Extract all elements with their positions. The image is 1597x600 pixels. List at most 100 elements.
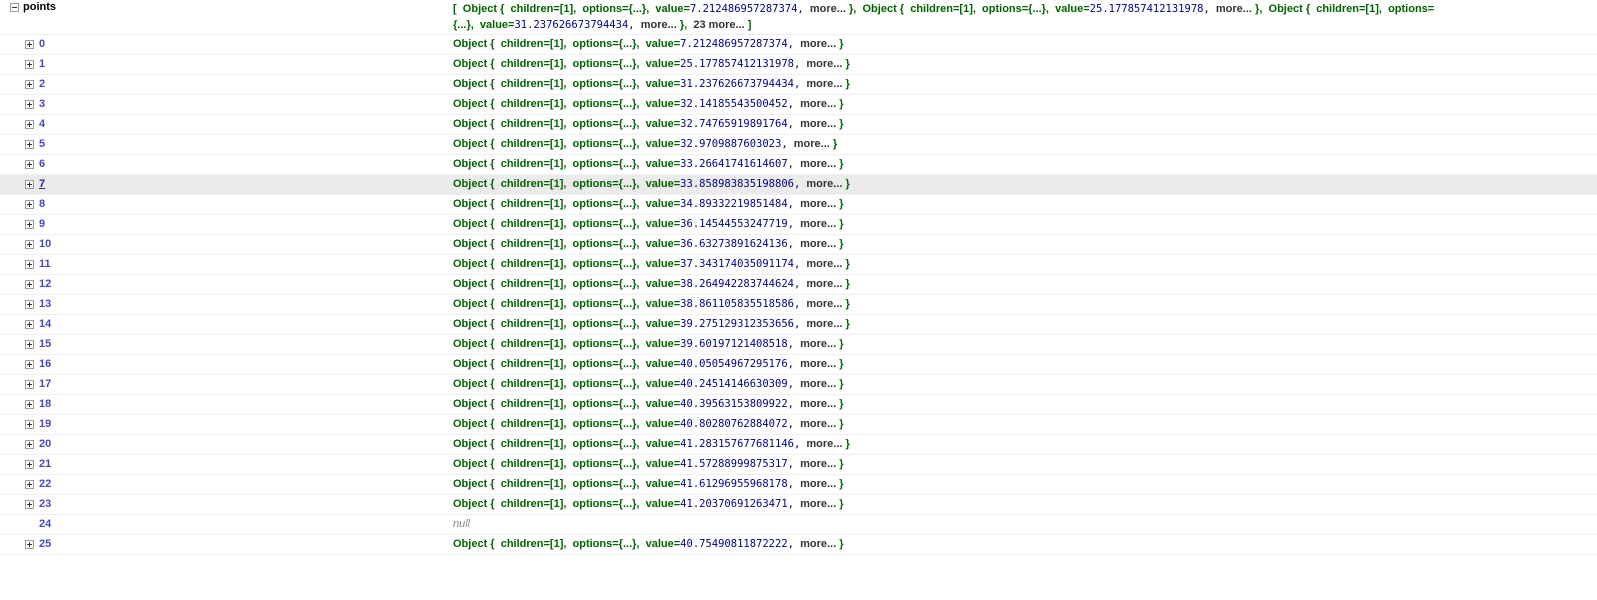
array-index-label[interactable]: 18 bbox=[39, 398, 51, 410]
array-item-row[interactable]: 25 Object { children=[1], options={...}, … bbox=[0, 535, 1597, 555]
array-item-row[interactable]: 18 Object { children=[1], options={...}, … bbox=[0, 395, 1597, 415]
object-more-link[interactable]: more... bbox=[800, 538, 836, 550]
object-type-label[interactable]: Object bbox=[453, 338, 487, 350]
array-index-label[interactable]: 3 bbox=[39, 98, 45, 110]
expand-toggle-icon[interactable] bbox=[25, 100, 34, 109]
object-more-link[interactable]: more... bbox=[800, 378, 836, 390]
array-index-label[interactable]: 12 bbox=[39, 278, 51, 290]
array-index-label[interactable]: 23 bbox=[39, 498, 51, 510]
root-property-name[interactable]: points bbox=[23, 1, 56, 13]
object-more-link[interactable]: more... bbox=[810, 3, 846, 15]
object-more-link[interactable]: more... bbox=[800, 238, 836, 250]
array-item-row[interactable]: 3 Object { children=[1], options={...}, v… bbox=[0, 95, 1597, 115]
object-type-label[interactable]: Object bbox=[453, 178, 487, 190]
object-more-link[interactable]: more... bbox=[800, 398, 836, 410]
expand-toggle-icon[interactable] bbox=[25, 440, 34, 449]
array-item-row[interactable]: 20 Object { children=[1], options={...}, … bbox=[0, 435, 1597, 455]
object-type-label[interactable]: Object bbox=[453, 118, 487, 130]
object-type-label[interactable]: Object bbox=[453, 438, 487, 450]
object-more-link[interactable]: more... bbox=[806, 58, 842, 70]
array-item-row[interactable]: 14 Object { children=[1], options={...}, … bbox=[0, 315, 1597, 335]
object-type-label[interactable]: Object bbox=[453, 58, 487, 70]
object-more-link[interactable]: more... bbox=[800, 118, 836, 130]
expand-toggle-icon[interactable] bbox=[25, 220, 34, 229]
array-index-label[interactable]: 21 bbox=[39, 458, 51, 470]
expand-toggle-icon[interactable] bbox=[25, 200, 34, 209]
array-index-label[interactable]: 6 bbox=[39, 158, 45, 170]
object-type-label[interactable]: Object bbox=[863, 3, 897, 15]
expand-toggle-icon[interactable] bbox=[25, 120, 34, 129]
expand-toggle-icon[interactable] bbox=[25, 480, 34, 489]
object-type-label[interactable]: Object bbox=[453, 138, 487, 150]
array-index-label[interactable]: 7 bbox=[39, 178, 45, 190]
expand-toggle-icon[interactable] bbox=[25, 460, 34, 469]
array-item-row[interactable]: 0 Object { children=[1], options={...}, v… bbox=[0, 35, 1597, 55]
object-type-label[interactable]: Object bbox=[453, 158, 487, 170]
object-type-label[interactable]: Object bbox=[453, 78, 487, 90]
array-index-label[interactable]: 2 bbox=[39, 78, 45, 90]
expand-toggle-icon[interactable] bbox=[25, 340, 34, 349]
array-item-row[interactable]: 15 Object { children=[1], options={...}, … bbox=[0, 335, 1597, 355]
object-more-link[interactable]: more... bbox=[800, 218, 836, 230]
expand-toggle-icon[interactable] bbox=[25, 60, 34, 69]
object-type-label[interactable]: Object bbox=[453, 538, 487, 550]
object-more-link[interactable]: more... bbox=[1216, 3, 1252, 15]
object-type-label[interactable]: Object bbox=[453, 98, 487, 110]
array-item-row[interactable]: 24 null bbox=[0, 515, 1597, 535]
object-more-link[interactable]: more... bbox=[800, 498, 836, 510]
object-more-link[interactable]: more... bbox=[806, 258, 842, 270]
object-more-link[interactable]: more... bbox=[806, 78, 842, 90]
array-item-row[interactable]: 11 Object { children=[1], options={...}, … bbox=[0, 255, 1597, 275]
object-more-link[interactable]: more... bbox=[806, 278, 842, 290]
array-item-row[interactable]: 12 Object { children=[1], options={...}, … bbox=[0, 275, 1597, 295]
expand-toggle-icon[interactable] bbox=[25, 420, 34, 429]
expand-toggle-icon[interactable] bbox=[25, 260, 34, 269]
array-index-label[interactable]: 20 bbox=[39, 438, 51, 450]
array-index-label[interactable]: 8 bbox=[39, 198, 45, 210]
array-index-label[interactable]: 19 bbox=[39, 418, 51, 430]
array-index-label[interactable]: 13 bbox=[39, 298, 51, 310]
expand-toggle-icon[interactable] bbox=[25, 180, 34, 189]
object-more-link[interactable]: more... bbox=[800, 98, 836, 110]
array-index-label[interactable]: 22 bbox=[39, 478, 51, 490]
array-item-row[interactable]: 4 Object { children=[1], options={...}, v… bbox=[0, 115, 1597, 135]
object-more-link[interactable]: more... bbox=[800, 418, 836, 430]
expand-toggle-icon[interactable] bbox=[25, 300, 34, 309]
object-type-label[interactable]: Object bbox=[453, 418, 487, 430]
expand-toggle-icon[interactable] bbox=[25, 80, 34, 89]
object-more-link[interactable]: more... bbox=[800, 458, 836, 470]
object-type-label[interactable]: Object bbox=[453, 38, 487, 50]
object-more-link[interactable]: more... bbox=[794, 138, 830, 150]
array-item-row[interactable]: 8 Object { children=[1], options={...}, v… bbox=[0, 195, 1597, 215]
object-type-label[interactable]: Object bbox=[453, 498, 487, 510]
object-type-label[interactable]: Object bbox=[453, 478, 487, 490]
array-item-row[interactable]: 22 Object { children=[1], options={...}, … bbox=[0, 475, 1597, 495]
object-type-label[interactable]: Object bbox=[453, 398, 487, 410]
array-index-label[interactable]: 24 bbox=[39, 518, 51, 530]
expand-toggle-icon[interactable] bbox=[25, 160, 34, 169]
object-type-label[interactable]: Object bbox=[453, 298, 487, 310]
expand-toggle-icon[interactable] bbox=[25, 40, 34, 49]
expand-toggle-icon[interactable] bbox=[25, 540, 34, 549]
array-item-row[interactable]: 17 Object { children=[1], options={...}, … bbox=[0, 375, 1597, 395]
object-more-link[interactable]: more... bbox=[800, 198, 836, 210]
object-more-link[interactable]: more... bbox=[800, 158, 836, 170]
array-item-row[interactable]: 9 Object { children=[1], options={...}, v… bbox=[0, 215, 1597, 235]
array-more-link[interactable]: 23 more... bbox=[693, 19, 744, 31]
array-item-row[interactable]: 5 Object { children=[1], options={...}, v… bbox=[0, 135, 1597, 155]
array-index-label[interactable]: 14 bbox=[39, 318, 51, 330]
array-item-row[interactable]: 10 Object { children=[1], options={...}, … bbox=[0, 235, 1597, 255]
array-item-row[interactable]: 13 Object { children=[1], options={...}, … bbox=[0, 295, 1597, 315]
array-index-label[interactable]: 16 bbox=[39, 358, 51, 370]
object-type-label[interactable]: Object bbox=[453, 358, 487, 370]
array-index-label[interactable]: 0 bbox=[39, 38, 45, 50]
expand-toggle-icon[interactable] bbox=[25, 360, 34, 369]
array-index-label[interactable]: 11 bbox=[39, 258, 51, 270]
expand-toggle-icon[interactable] bbox=[25, 140, 34, 149]
expand-toggle-icon[interactable] bbox=[25, 320, 34, 329]
array-item-row[interactable]: 21 Object { children=[1], options={...}, … bbox=[0, 455, 1597, 475]
expand-toggle-icon[interactable] bbox=[25, 400, 34, 409]
object-more-link[interactable]: more... bbox=[800, 38, 836, 50]
object-more-link[interactable]: more... bbox=[800, 358, 836, 370]
object-more-link[interactable]: more... bbox=[800, 338, 836, 350]
